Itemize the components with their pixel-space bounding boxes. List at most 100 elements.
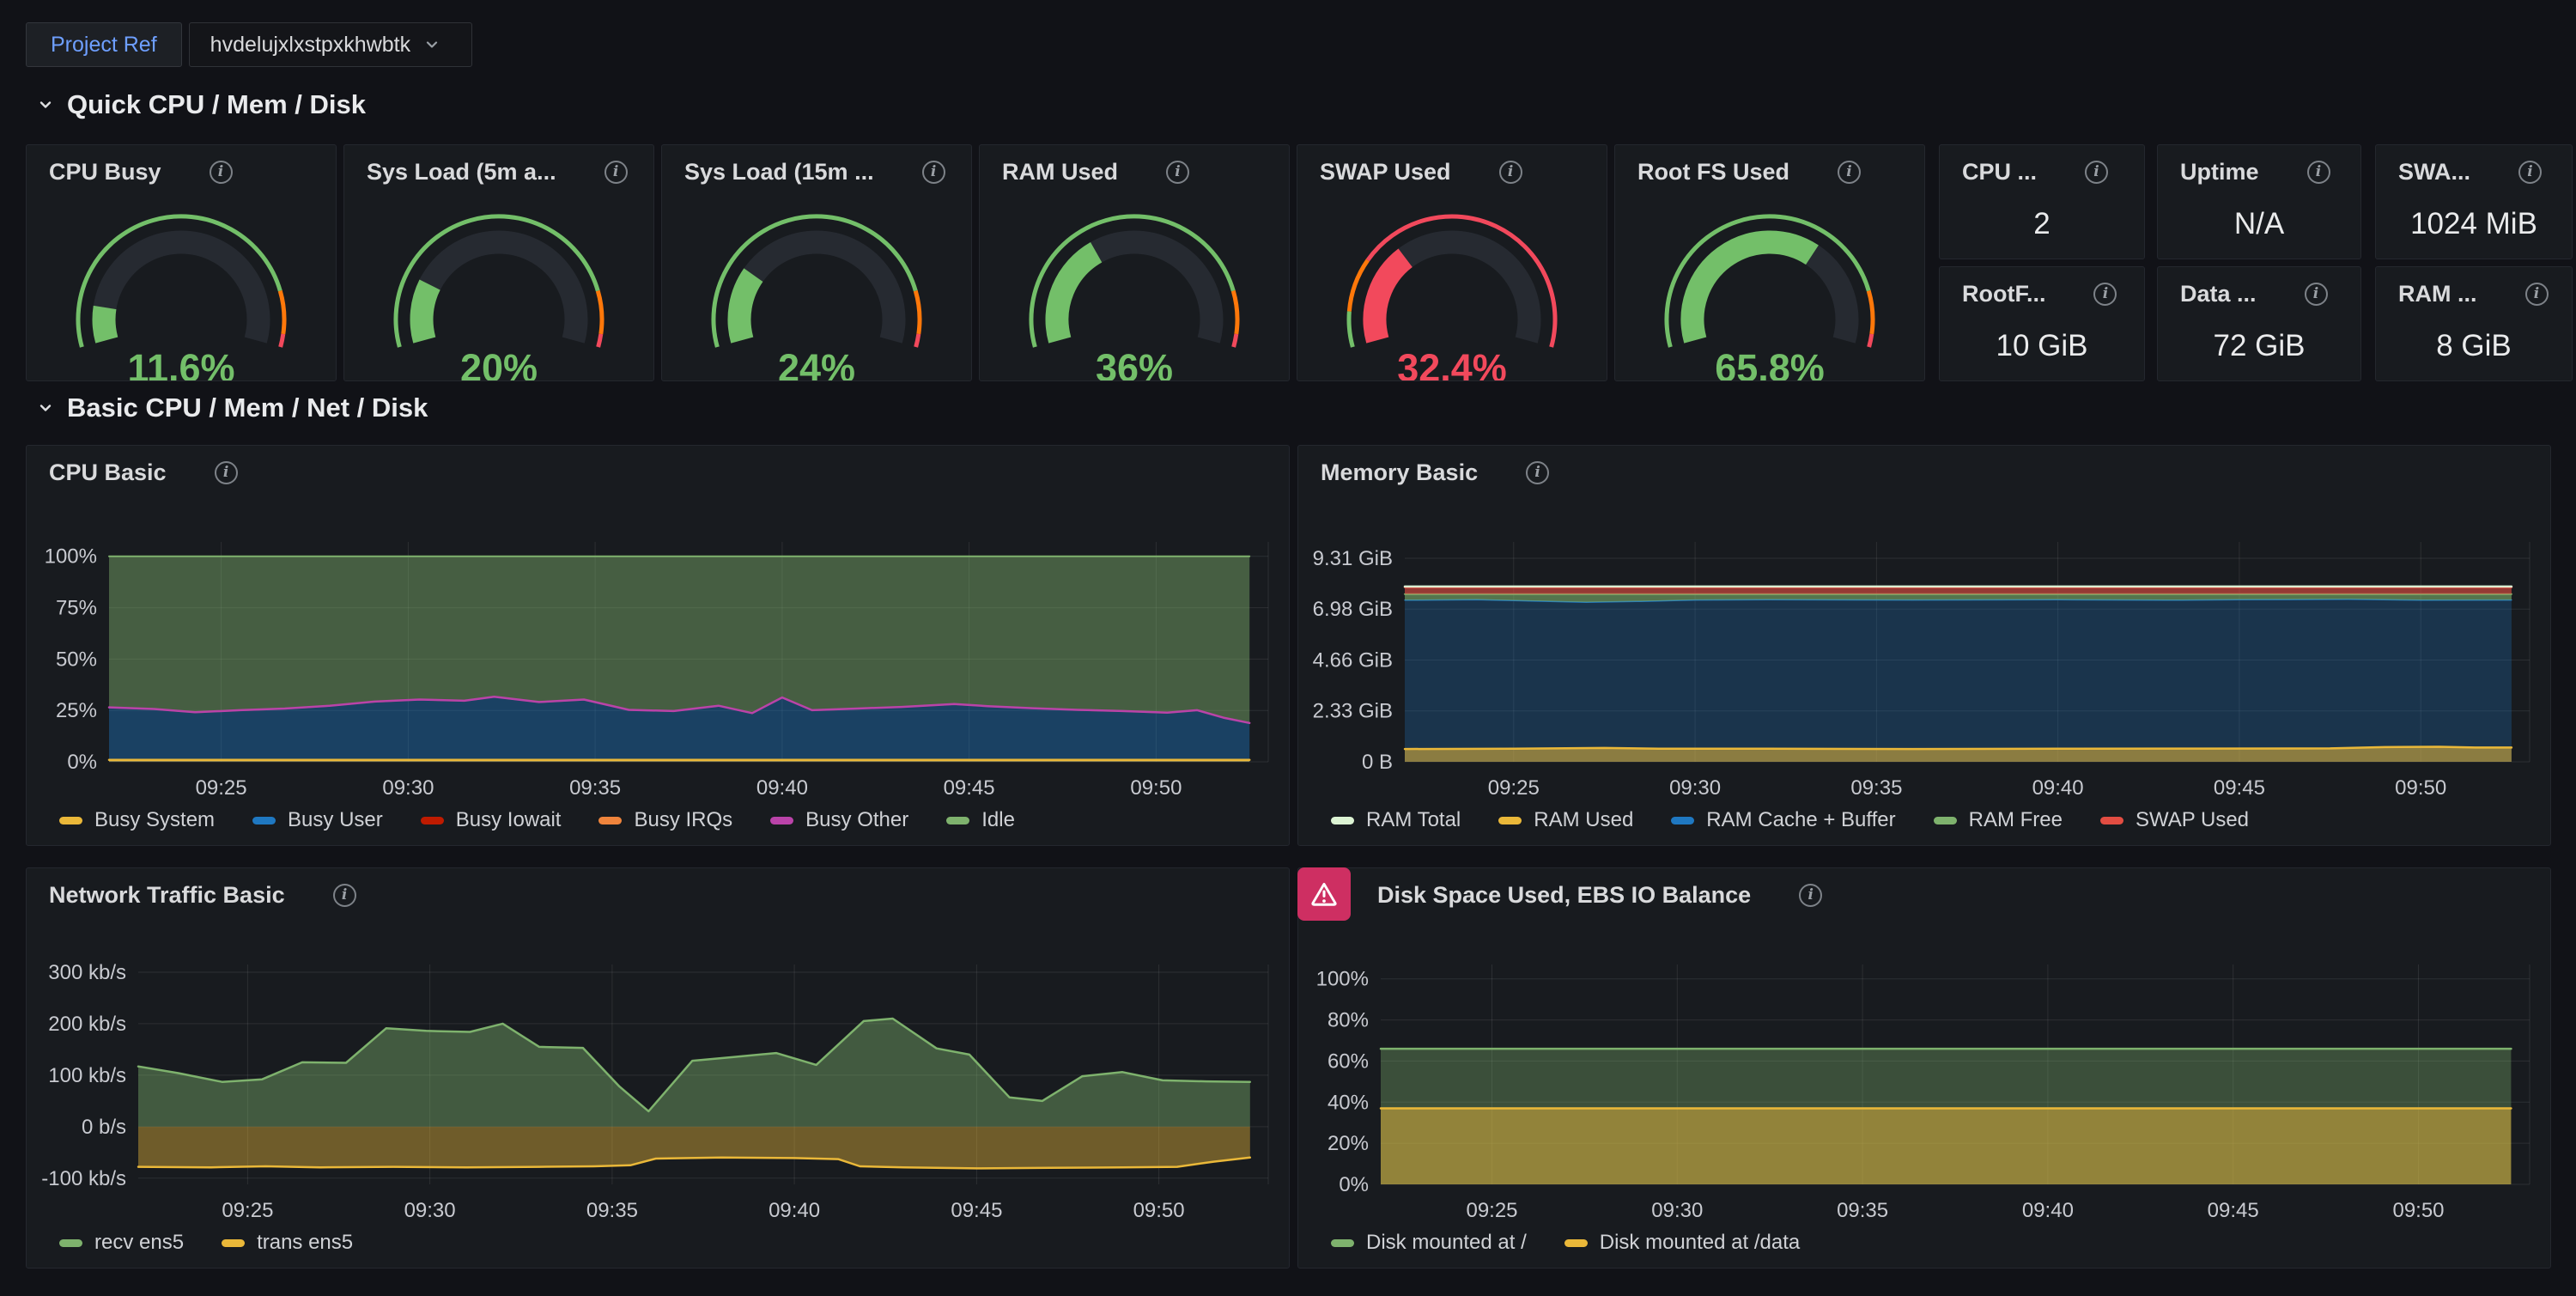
legend-item[interactable]: RAM Free bbox=[1934, 808, 2063, 832]
panel-header: SWAP Used i bbox=[1320, 157, 1593, 186]
panel-title[interactable]: SWAP Used bbox=[1320, 159, 1451, 186]
panel-title[interactable]: Uptime bbox=[2180, 159, 2259, 186]
project-ref-value: hvdelujxlxstpxkhwbtk bbox=[210, 33, 410, 58]
legend-series-color bbox=[1671, 817, 1694, 824]
panel-header: RootF... i bbox=[1962, 279, 2130, 308]
x-axis-tick: 09:40 bbox=[2032, 776, 2084, 800]
info-icon[interactable]: i bbox=[333, 884, 356, 907]
stat-value: N/A bbox=[2158, 207, 2360, 241]
legend-item[interactable]: Busy System bbox=[59, 808, 215, 832]
info-icon[interactable]: i bbox=[1166, 161, 1189, 184]
info-icon[interactable]: i bbox=[1526, 461, 1549, 484]
chart-canvas: 0%25%50%75%100%09:2509:3009:3509:4009:45… bbox=[27, 446, 1289, 845]
panel-title[interactable]: RAM ... bbox=[2398, 281, 2477, 307]
info-icon[interactable]: i bbox=[215, 461, 238, 484]
legend-item[interactable]: Busy IRQs bbox=[598, 808, 732, 832]
y-axis-tick: 50% bbox=[56, 648, 97, 671]
panel-title[interactable]: RAM Used bbox=[1002, 159, 1118, 186]
panel-title[interactable]: Data ... bbox=[2180, 281, 2257, 307]
chart-panel-mem: Memory Basici0 B2.33 GiB4.66 GiB6.98 GiB… bbox=[1297, 445, 2551, 846]
alert-state-icon[interactable] bbox=[1297, 867, 1351, 921]
legend-series-color bbox=[598, 817, 622, 824]
legend-series-color bbox=[1331, 1239, 1354, 1247]
info-icon[interactable]: i bbox=[1838, 161, 1861, 184]
gauge-arc: 65.8% bbox=[1615, 179, 1924, 380]
info-icon[interactable]: i bbox=[2525, 283, 2549, 306]
x-axis-tick: 09:40 bbox=[2022, 1199, 2074, 1222]
legend-item[interactable]: RAM Total bbox=[1331, 808, 1461, 832]
legend-series-color bbox=[1498, 817, 1522, 824]
panel-header: Data ... i bbox=[2180, 279, 2347, 308]
legend-series-color bbox=[770, 817, 793, 824]
panel-title[interactable]: Sys Load (15m ... bbox=[684, 159, 874, 186]
x-axis-tick: 09:50 bbox=[1130, 776, 1182, 800]
panel-title[interactable]: Disk Space Used, EBS IO Balance bbox=[1377, 882, 1751, 909]
legend-item[interactable]: RAM Cache + Buffer bbox=[1671, 808, 1895, 832]
info-icon[interactable]: i bbox=[2307, 161, 2330, 184]
panel-title[interactable]: RootF... bbox=[1962, 281, 2045, 307]
gauge-arc: 36% bbox=[980, 179, 1289, 380]
legend-item[interactable]: SWAP Used bbox=[2100, 808, 2249, 832]
panel-title[interactable]: CPU Busy bbox=[49, 159, 161, 186]
legend-series-color bbox=[1331, 817, 1354, 824]
project-ref-dropdown[interactable]: hvdelujxlxstpxkhwbtk bbox=[189, 22, 472, 67]
panel-header: CPU ... i bbox=[1962, 157, 2130, 186]
legend-series-color bbox=[1934, 817, 1957, 824]
legend-item[interactable]: Busy Iowait bbox=[421, 808, 562, 832]
chart-legend: recv ens5 trans ens5 bbox=[59, 1231, 1272, 1255]
legend-series-label: Disk mounted at / bbox=[1366, 1231, 1527, 1255]
info-icon[interactable]: i bbox=[1799, 884, 1822, 907]
info-icon[interactable]: i bbox=[1499, 161, 1522, 184]
panel-title[interactable]: CPU ... bbox=[1962, 159, 2037, 186]
legend-item[interactable]: Busy User bbox=[252, 808, 383, 832]
legend-item[interactable]: Busy Other bbox=[770, 808, 908, 832]
stat-value: 1024 MiB bbox=[2376, 207, 2572, 241]
y-axis-tick: 80% bbox=[1327, 1009, 1369, 1032]
info-icon[interactable]: i bbox=[605, 161, 628, 184]
legend-series-label: Busy Iowait bbox=[456, 808, 562, 832]
gauge-panel-4: RAM Used i 36% bbox=[979, 144, 1290, 381]
info-icon[interactable]: i bbox=[2518, 161, 2542, 184]
info-icon[interactable]: i bbox=[210, 161, 233, 184]
legend-item[interactable]: trans ens5 bbox=[222, 1231, 353, 1255]
panel-title[interactable]: Root FS Used bbox=[1637, 159, 1789, 186]
chart-canvas: 0%20%40%60%80%100%09:2509:3009:3509:4009… bbox=[1298, 868, 2550, 1268]
info-icon[interactable]: i bbox=[2085, 161, 2108, 184]
gauge-panel-6: Root FS Used i65.8% bbox=[1614, 144, 1925, 381]
stat-value: 8 GiB bbox=[2376, 329, 2572, 363]
panel-title[interactable]: SWA... bbox=[2398, 159, 2470, 186]
panel-title[interactable]: Sys Load (5m a... bbox=[367, 159, 556, 186]
stat-panel-3: SWA... i 1024 MiB bbox=[2375, 144, 2573, 259]
legend-item[interactable]: RAM Used bbox=[1498, 808, 1633, 832]
chart-legend: Busy System Busy User Busy Iowait Busy IRQs… bbox=[59, 808, 1272, 832]
gauge-value: 36% bbox=[1096, 346, 1173, 380]
section-row-quick[interactable]: Quick CPU / Mem / Disk bbox=[38, 89, 366, 120]
info-icon[interactable]: i bbox=[922, 161, 945, 184]
legend-item[interactable]: Idle bbox=[946, 808, 1015, 832]
panel-title[interactable]: Memory Basic bbox=[1321, 459, 1478, 486]
info-icon[interactable]: i bbox=[2305, 283, 2328, 306]
section-row-basic[interactable]: Basic CPU / Mem / Net / Disk bbox=[38, 392, 428, 423]
y-axis-tick: 0 b/s bbox=[82, 1116, 126, 1139]
panel-header: Sys Load (15m ... i bbox=[684, 157, 957, 186]
legend-series-color bbox=[59, 1239, 82, 1247]
x-axis-tick: 09:30 bbox=[1651, 1199, 1703, 1222]
chart-canvas: -100 kb/s0 b/s100 kb/s200 kb/s300 kb/s09… bbox=[27, 868, 1289, 1268]
panel-title[interactable]: Network Traffic Basic bbox=[49, 882, 285, 909]
gauge-value: 11.6% bbox=[127, 346, 234, 380]
legend-series-label: Disk mounted at /data bbox=[1600, 1231, 1800, 1255]
panel-title[interactable]: CPU Basic bbox=[49, 459, 167, 486]
info-icon[interactable]: i bbox=[2093, 283, 2117, 306]
stat-panel-2: Uptime i N/A bbox=[2157, 144, 2361, 259]
legend-item[interactable]: Disk mounted at / bbox=[1331, 1231, 1527, 1255]
x-axis-tick: 09:30 bbox=[1669, 776, 1721, 800]
y-axis-tick: 0% bbox=[1339, 1173, 1369, 1196]
x-axis-tick: 09:40 bbox=[756, 776, 808, 800]
stat-value: 2 bbox=[1940, 207, 2144, 241]
stat-panel-5: Data ...i72 GiB bbox=[2157, 266, 2361, 381]
legend-item[interactable]: Disk mounted at /data bbox=[1564, 1231, 1800, 1255]
x-axis-tick: 09:50 bbox=[2392, 1199, 2444, 1222]
legend-series-color bbox=[59, 817, 82, 824]
legend-item[interactable]: recv ens5 bbox=[59, 1231, 184, 1255]
x-axis-tick: 09:25 bbox=[222, 1199, 273, 1222]
